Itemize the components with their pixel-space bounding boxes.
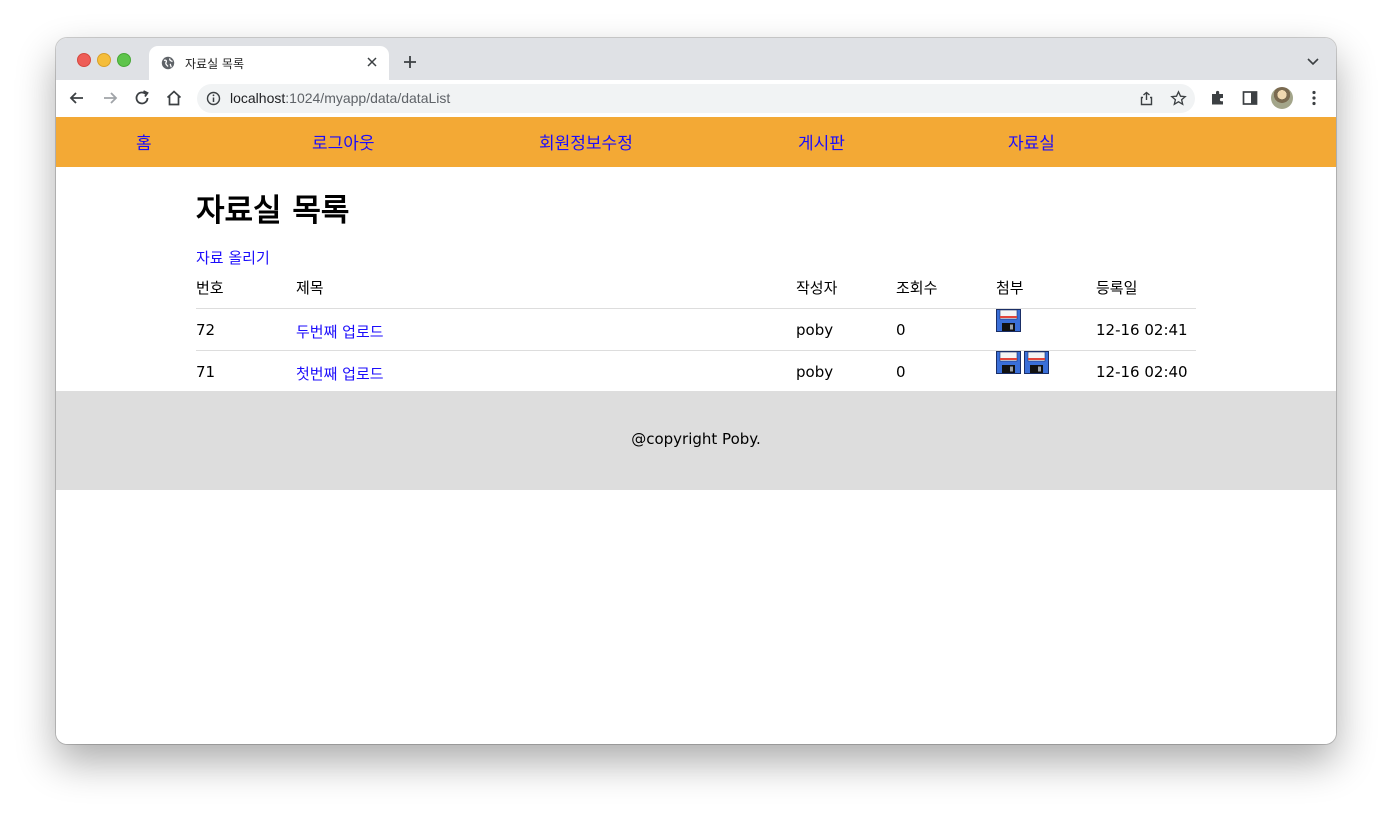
row-date: 12-16 02:40 [1096,363,1188,381]
page-footer: @copyright Poby. [56,391,1336,490]
floppy-disk-icon[interactable] [1024,351,1049,374]
more-menu-icon[interactable] [1304,88,1324,108]
browser-tab[interactable]: 자료실 목록 [149,46,389,80]
table-row: 71 첫번째 업로드 poby 0 12-16 02:40 [196,351,1196,393]
browser-window: 자료실 목록 localhost:1024/myapp/data/dataLis… [56,38,1336,744]
address-bar[interactable]: localhost:1024/myapp/data/dataList [197,84,1195,113]
tab-strip: 자료실 목록 [56,38,1336,80]
table-header-row: 번호 제목 작성자 조회수 첨부 등록일 [196,267,1196,309]
reload-icon[interactable] [132,88,152,108]
header-date: 등록일 [1096,279,1138,297]
header-title: 제목 [296,279,324,297]
row-writer: poby [796,363,834,381]
row-number: 72 [196,321,216,339]
upload-link[interactable]: 자료 올리기 [196,247,270,268]
minimize-window-button[interactable] [97,53,111,67]
row-date: 12-16 02:41 [1096,321,1188,339]
url-text: localhost:1024/myapp/data/dataList [230,90,450,106]
nav-logout[interactable]: 로그아웃 [312,129,375,154]
nav-board[interactable]: 게시판 [798,129,845,154]
back-arrow-icon[interactable] [67,88,87,108]
nav-member-edit[interactable]: 회원정보수정 [539,129,633,154]
star-icon[interactable] [1170,90,1187,107]
browser-toolbar: localhost:1024/myapp/data/dataList [56,80,1336,118]
nav-data-room[interactable]: 자료실 [1008,129,1055,154]
row-title-link[interactable]: 첫번째 업로드 [296,363,384,384]
url-path: :1024/myapp/data/dataList [285,90,451,106]
profile-avatar[interactable] [1271,87,1293,109]
row-title-link[interactable]: 두번째 업로드 [296,321,384,342]
new-tab-icon[interactable] [402,54,418,70]
row-writer: poby [796,321,834,339]
page-title: 자료실 목록 [196,193,350,229]
row-views: 0 [896,321,906,339]
side-panel-icon[interactable] [1240,88,1260,108]
nav-home[interactable]: 홈 [136,129,152,154]
copyright-text: @copyright Poby. [631,430,761,448]
forward-arrow-icon[interactable] [100,88,120,108]
floppy-disk-icon[interactable] [996,351,1021,374]
globe-icon [161,56,175,70]
home-icon[interactable] [164,88,184,108]
extensions-puzzle-icon[interactable] [1208,88,1228,108]
url-host: localhost [230,90,286,106]
page-content: 홈 로그아웃 회원정보수정 게시판 자료실 자료실 목록 자료 올리기 번호 제… [56,117,1336,744]
info-icon[interactable] [206,91,221,106]
header-number: 번호 [196,279,224,297]
table-row: 72 두번째 업로드 poby 0 12-16 02:41 [196,309,1196,351]
chevron-down-icon[interactable] [1306,56,1320,66]
top-navbar: 홈 로그아웃 회원정보수정 게시판 자료실 [56,117,1336,167]
close-window-button[interactable] [77,53,91,67]
data-table: 번호 제목 작성자 조회수 첨부 등록일 72 두번째 업로드 poby 0 1… [196,267,1196,393]
share-icon[interactable] [1139,91,1154,106]
row-number: 71 [196,363,216,381]
row-views: 0 [896,363,906,381]
close-icon[interactable] [365,55,379,69]
header-attachment: 첨부 [996,279,1024,297]
header-views: 조회수 [896,279,938,297]
header-writer: 작성자 [796,279,838,297]
zoom-window-button[interactable] [117,53,131,67]
floppy-disk-icon[interactable] [996,309,1021,332]
tab-title: 자료실 목록 [185,57,245,71]
